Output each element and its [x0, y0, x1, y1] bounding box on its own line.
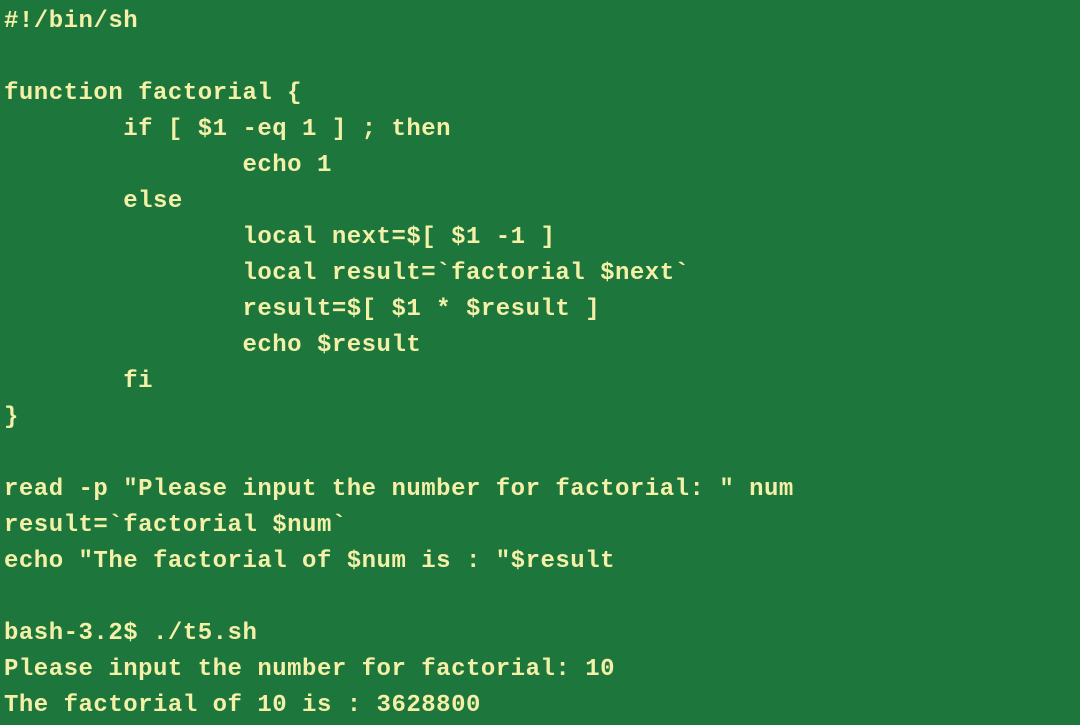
code-line: } — [4, 400, 1080, 436]
code-line: local next=$[ $1 -1 ] — [4, 220, 1080, 256]
code-line: echo "The factorial of $num is : "$resul… — [4, 544, 1080, 580]
code-line: function factorial { — [4, 76, 1080, 112]
code-line — [4, 580, 1080, 616]
terminal-output-line: Please input the number for factorial: 1… — [4, 652, 1080, 688]
code-line: #!/bin/sh — [4, 4, 1080, 40]
code-line — [4, 40, 1080, 76]
code-line: echo $result — [4, 328, 1080, 364]
code-line: result=$[ $1 * $result ] — [4, 292, 1080, 328]
code-line: echo 1 — [4, 148, 1080, 184]
code-line: if [ $1 -eq 1 ] ; then — [4, 112, 1080, 148]
code-line: local result=`factorial $next` — [4, 256, 1080, 292]
terminal-output-line: The factorial of 10 is : 3628800 — [4, 688, 1080, 724]
code-line: read -p "Please input the number for fac… — [4, 472, 1080, 508]
code-line — [4, 436, 1080, 472]
code-line: result=`factorial $num` — [4, 508, 1080, 544]
terminal-prompt-line: bash-3.2$ ./t5.sh — [4, 616, 1080, 652]
code-line: else — [4, 184, 1080, 220]
code-line: fi — [4, 364, 1080, 400]
